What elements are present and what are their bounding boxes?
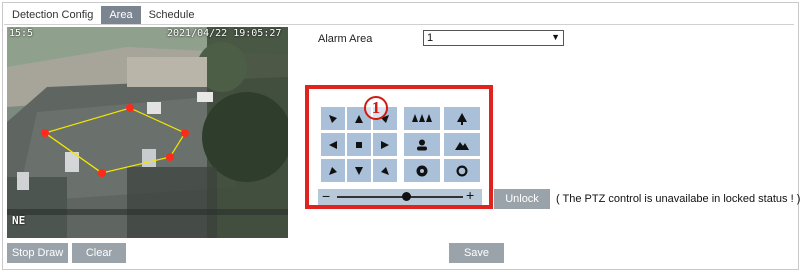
save-button[interactable]: Save (449, 243, 504, 263)
slider-plus-label[interactable]: + (466, 187, 474, 203)
stop-square-icon[interactable] (347, 133, 371, 156)
alarm-area-select[interactable]: 1 ▼ (423, 30, 564, 46)
chevron-down-icon: ▼ (551, 32, 560, 42)
osd-channel: 15:5 (9, 28, 34, 39)
osd-timestamp: 2021/04/22 19:05:27 (167, 28, 282, 39)
clear-button[interactable]: Clear (72, 243, 126, 263)
stop-draw-button[interactable]: Stop Draw (7, 243, 68, 263)
tab-area[interactable]: Area (101, 6, 141, 24)
slider-track[interactable] (337, 196, 463, 198)
callout-number-badge: 1 (364, 96, 388, 120)
iris-open-icon[interactable] (444, 159, 480, 182)
tab-divider (4, 24, 794, 25)
focus-near-person-icon[interactable] (404, 133, 440, 156)
right-arrow-icon[interactable] (373, 133, 397, 156)
slider-minus-label[interactable]: − (322, 188, 330, 204)
left-arrow-icon[interactable] (321, 133, 345, 156)
polygon-vertex[interactable] (41, 129, 49, 137)
ptz-locked-note: ( The PTZ control is unavailabe in locke… (556, 193, 801, 205)
up-left-arrow-icon[interactable] (321, 107, 345, 130)
polygon-vertex[interactable] (166, 153, 174, 161)
down-right-arrow-icon[interactable] (373, 159, 397, 182)
alarm-area-polygon[interactable] (7, 27, 288, 238)
slider-knob[interactable] (401, 192, 411, 201)
zoom-out-trees-icon[interactable] (404, 107, 440, 130)
alarm-area-label: Alarm Area (318, 33, 373, 45)
camera-preview[interactable]: 15:5 2021/04/22 19:05:27 NE (7, 27, 288, 238)
down-left-arrow-icon[interactable] (321, 159, 345, 182)
polygon-vertex[interactable] (126, 104, 134, 112)
polygon-vertex[interactable] (98, 169, 106, 177)
focus-far-mountain-icon[interactable] (444, 133, 480, 156)
polygon-vertex[interactable] (181, 129, 189, 137)
alarm-area-value: 1 (427, 32, 434, 44)
tab-detection-config[interactable]: Detection Config (4, 6, 101, 24)
tab-bar: Detection Config Area Schedule (4, 6, 202, 24)
zoom-in-tree-icon[interactable] (444, 107, 480, 130)
unlock-button[interactable]: Unlock (494, 189, 550, 209)
iris-close-icon[interactable] (404, 159, 440, 182)
tab-schedule[interactable]: Schedule (141, 6, 203, 24)
osd-direction: NE (12, 214, 26, 227)
down-arrow-icon[interactable] (347, 159, 371, 182)
